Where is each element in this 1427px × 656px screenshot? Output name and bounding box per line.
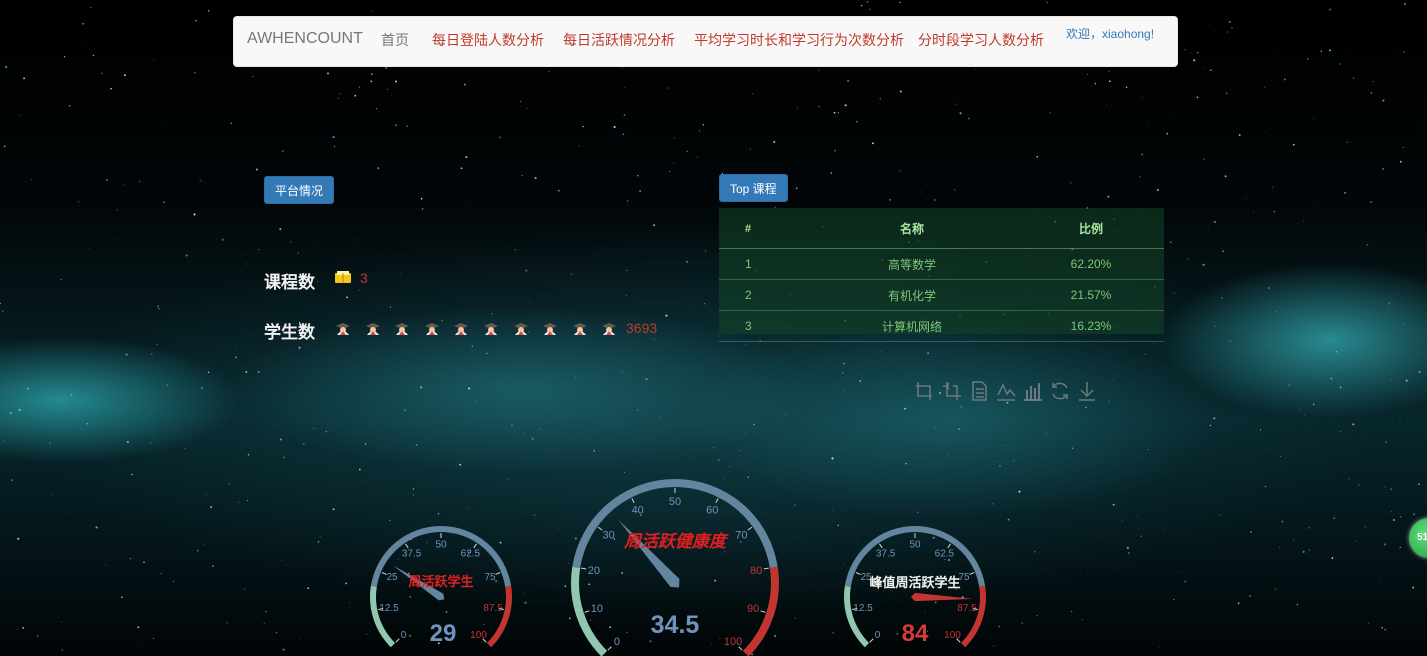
center-gauge-tick-label: 50 — [669, 496, 681, 508]
center-gauge-tick-label: 90 — [747, 603, 759, 615]
center-gauge-tick-mark — [607, 646, 612, 651]
left-gauge-title: 周活跃学生 — [408, 574, 473, 589]
right-gauge-tick-label: 50 — [909, 540, 921, 551]
left-gauge-tick-mark — [495, 572, 501, 575]
left-gauge-tick-mark — [395, 638, 400, 643]
center-gauge-tick-label: 40 — [632, 505, 644, 517]
center-gauge-tick-label: 30 — [602, 530, 614, 542]
left-gauge-value: 29 — [430, 620, 457, 647]
center-gauge-tick-label: 60 — [706, 505, 718, 517]
left-gauge-tick-label: 62.5 — [461, 548, 481, 559]
center-gauge-tick-mark — [760, 610, 766, 613]
left-gauge-tick-label: 37.5 — [402, 548, 422, 559]
center-gauge-tick-mark — [763, 567, 769, 570]
center-gauge-tick-mark — [584, 610, 590, 613]
center-gauge-tick-mark — [747, 526, 753, 531]
right-gauge-tick-label: 100 — [944, 630, 961, 641]
center-gauge-tick-label: 80 — [750, 565, 762, 577]
left-gauge-tick-label: 50 — [435, 540, 447, 551]
center-gauge-title: 周活跃健康度 — [623, 532, 729, 551]
left-gauge-tick-label: 75 — [484, 572, 496, 583]
right-gauge-tick-mark — [879, 543, 883, 549]
center-gauge-value: 34.5 — [651, 611, 700, 639]
left-gauge-tick-mark — [405, 543, 409, 549]
center-gauge-pointer — [618, 519, 680, 588]
right-gauge-tick-label: 62.5 — [935, 548, 955, 559]
left-gauge-band-high — [486, 585, 512, 648]
right-gauge-value: 84 — [902, 620, 929, 647]
center-gauge-tick-mark — [581, 567, 587, 570]
center-gauge-tick-mark — [631, 498, 635, 504]
right-gauge-pointer — [910, 592, 973, 602]
right-gauge-tick-mark — [969, 572, 975, 575]
right-gauge-tick-mark — [869, 638, 874, 643]
gauge-chart: 012.52537.55062.57587.510001020304050607… — [370, 479, 986, 656]
left-gauge-tick-label: 0 — [401, 630, 407, 641]
right-gauge-tick-mark — [947, 543, 951, 549]
right-gauge-tick-label: 0 — [875, 630, 881, 641]
center-gauge-tick-label: 20 — [588, 565, 600, 577]
left-gauge-tick-mark — [473, 543, 477, 549]
right-gauge-title: 峰值周活跃学生 — [869, 575, 960, 590]
left-gauge-tick-label: 25 — [386, 572, 398, 583]
right-gauge-band-low — [844, 585, 870, 648]
center-gauge-tick-label: 10 — [591, 603, 603, 615]
center-gauge-tick-label: 100 — [724, 636, 742, 648]
left-gauge-tick-label: 100 — [470, 630, 487, 641]
left-gauge-band-low — [370, 585, 396, 648]
right-gauge-band-high — [960, 585, 986, 648]
center-gauge-tick-mark — [715, 498, 719, 504]
right-gauge-tick-label: 37.5 — [876, 548, 896, 559]
center-gauge-tick-label: 0 — [614, 636, 620, 648]
center-gauge-tick-label: 70 — [735, 530, 747, 542]
